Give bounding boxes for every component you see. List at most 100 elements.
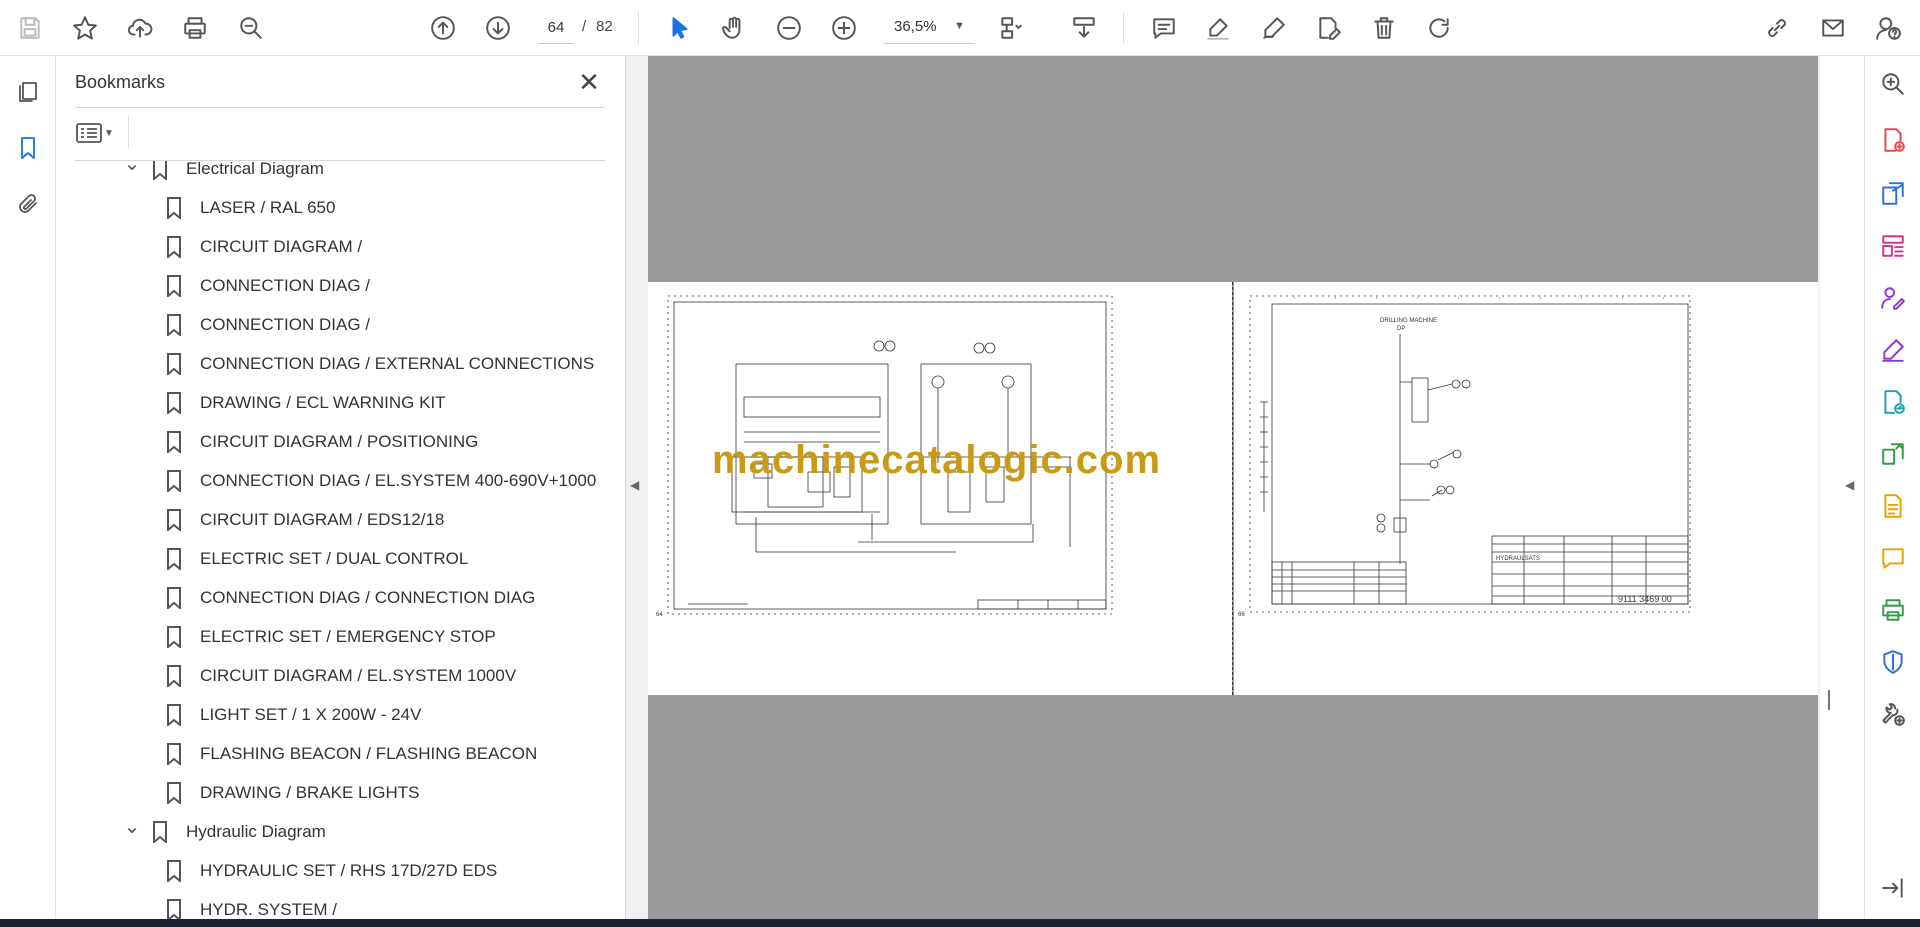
document-viewport[interactable]: 64 DRILLING MACHINE DP HYDRAULSATS 9111 … xyxy=(648,56,1818,919)
bookmark-label: HYDRAULIC SET / RHS 17D/27D EDS xyxy=(200,860,498,880)
bookmark-label: CONNECTION DIAG / xyxy=(200,275,371,295)
bookmark-icon xyxy=(166,703,186,727)
save-icon[interactable] xyxy=(12,10,48,46)
scan-ocr-icon[interactable] xyxy=(1875,488,1911,524)
bookmark-label: LASER / RAL 650 xyxy=(200,197,336,217)
bookmark-label: ELECTRIC SET / DUAL CONTROL xyxy=(200,548,469,568)
mail-icon[interactable] xyxy=(1815,10,1851,46)
document-page-right: DRILLING MACHINE DP HYDRAULSATS 9111 346… xyxy=(1234,282,1818,695)
bookmark-group[interactable]: ⌄ Hydraulic Diagram xyxy=(120,812,326,851)
highlight-icon[interactable] xyxy=(1200,10,1236,46)
chevron-down-icon[interactable]: ⌄ xyxy=(120,814,144,839)
bookmark-icon xyxy=(166,313,186,337)
page-down-icon[interactable] xyxy=(480,10,516,46)
fill-sign-icon[interactable] xyxy=(1875,332,1911,368)
bookmark-item[interactable]: LASER / RAL 650 xyxy=(166,188,335,227)
bookmark-icon xyxy=(166,547,186,571)
bookmark-item[interactable]: CIRCUIT DIAGRAM / xyxy=(166,227,362,266)
right-page-number: 66 xyxy=(1238,612,1245,618)
panel-title: Bookmarks xyxy=(75,72,166,92)
bookmark-item[interactable]: ELECTRIC SET / DUAL CONTROL xyxy=(166,539,468,578)
bookmark-label: FLASHING BEACON / FLASHING BEACON xyxy=(200,743,538,763)
bookmark-list: ⌄ Electrical Diagram LASER / RAL 650 CIRCUI… xyxy=(56,161,596,919)
draw-icon[interactable] xyxy=(1256,10,1292,46)
compare-files-icon[interactable] xyxy=(1875,436,1911,472)
chevron-down-icon[interactable]: ▼ xyxy=(954,20,965,32)
bookmark-item[interactable]: CIRCUIT DIAGRAM / EL.SYSTEM 1000V xyxy=(166,656,516,695)
expand-panel-icon[interactable] xyxy=(1875,870,1911,906)
zoom-search-icon[interactable] xyxy=(233,10,269,46)
watermark: machinecatalogic.com xyxy=(712,438,1162,482)
bookmark-item[interactable]: DRAWING / ECL WARNING KIT xyxy=(166,383,446,422)
bookmark-item[interactable]: LIGHT SET / 1 X 200W - 24V xyxy=(166,695,421,734)
comment-icon[interactable] xyxy=(1146,10,1182,46)
export-pdf-icon[interactable] xyxy=(1875,176,1911,212)
bookmark-group[interactable]: ⌄ Electrical Diagram xyxy=(120,161,324,188)
page-up-icon[interactable] xyxy=(425,10,461,46)
scroll-mode-icon[interactable] xyxy=(1066,10,1102,46)
bookmark-item[interactable]: CIRCUIT DIAGRAM / POSITIONING xyxy=(166,422,478,461)
bookmark-item[interactable]: FLASHING BEACON / FLASHING BEACON xyxy=(166,734,537,773)
document-scrollbar-thumb[interactable] xyxy=(1828,690,1830,710)
send-file-icon[interactable] xyxy=(1875,384,1911,420)
delete-icon[interactable] xyxy=(1366,10,1402,46)
bookmark-item[interactable]: CONNECTION DIAG / CONNECTION DIAG xyxy=(166,578,535,617)
current-page-input[interactable]: 64 xyxy=(538,12,574,44)
bookmark-item[interactable]: HYDRAULIC SET / RHS 17D/27D EDS xyxy=(166,851,497,890)
bookmark-icon xyxy=(166,625,186,649)
user-help-icon[interactable] xyxy=(1870,10,1906,46)
print-icon[interactable] xyxy=(177,10,213,46)
bookmark-options-button[interactable]: ▼ xyxy=(76,118,120,148)
page-thumbnails-icon[interactable] xyxy=(10,74,46,110)
zoom-out-icon[interactable] xyxy=(771,10,807,46)
bookmark-panel-icon[interactable] xyxy=(10,130,46,166)
bookmark-icon xyxy=(166,664,186,688)
zoom-in-icon[interactable] xyxy=(826,10,862,46)
bookmark-item[interactable]: CIRCUIT DIAGRAM / EDS12/18 xyxy=(166,500,444,539)
right-tool-rail xyxy=(1864,56,1920,919)
main-toolbar: 64 / 82 36,5% ▼ xyxy=(0,0,1920,56)
drawing-number: 9111 3469 00 xyxy=(1618,594,1672,604)
upload-icon[interactable] xyxy=(122,10,158,46)
bookmark-label: CIRCUIT DIAGRAM / xyxy=(200,236,363,256)
organize-pages-icon[interactable] xyxy=(1875,228,1911,264)
attachment-icon[interactable] xyxy=(10,186,46,222)
electrical-schematic: 64 xyxy=(656,295,1113,618)
page-fit-icon[interactable] xyxy=(993,10,1029,46)
more-tools-icon[interactable] xyxy=(1875,696,1911,732)
bookmark-item[interactable]: ELECTRIC SET / EMERGENCY STOP xyxy=(166,617,496,656)
edit-text-icon[interactable] xyxy=(1311,10,1347,46)
left-page-number: 64 xyxy=(656,612,663,618)
bookmark-icon xyxy=(166,274,186,298)
bookmark-item[interactable]: HYDR. SYSTEM / xyxy=(166,890,337,919)
comment-tool-icon[interactable] xyxy=(1875,540,1911,576)
bookmark-icon xyxy=(152,820,172,844)
protect-icon[interactable] xyxy=(1875,644,1911,680)
collapse-left-panel-icon[interactable]: ◀ xyxy=(630,478,639,492)
bookmark-item[interactable]: DRAWING / BRAKE LIGHTS xyxy=(166,773,419,812)
bookmark-item[interactable]: CONNECTION DIAG / xyxy=(166,305,370,344)
bookmark-item[interactable]: CONNECTION DIAG / xyxy=(166,266,370,305)
request-signature-icon[interactable] xyxy=(1875,280,1911,316)
chevron-down-icon[interactable]: ⌄ xyxy=(120,161,144,176)
bookmark-label: CONNECTION DIAG / EXTERNAL CONNECTIONS xyxy=(200,353,595,373)
bookmark-icon xyxy=(166,235,186,259)
bookmarks-panel: Bookmarks ✕ ▼ ⌄ Electrical Diagram LASER /… xyxy=(56,56,665,919)
link-icon[interactable] xyxy=(1759,10,1795,46)
bookmark-icon xyxy=(152,161,172,181)
document-page-left: 64 xyxy=(648,282,1232,695)
rotate-icon[interactable] xyxy=(1421,10,1457,46)
create-pdf-icon[interactable] xyxy=(1875,122,1911,158)
bookmark-label: CONNECTION DIAG / EL.SYSTEM 400-690V+100… xyxy=(200,470,596,490)
hand-icon[interactable] xyxy=(716,10,752,46)
bookmark-label: ELECTRIC SET / EMERGENCY STOP xyxy=(200,626,496,646)
close-icon[interactable]: ✕ xyxy=(574,68,604,98)
bookmark-item[interactable]: CONNECTION DIAG / EXTERNAL CONNECTIONS xyxy=(166,344,594,383)
collapse-right-panel-icon[interactable]: ◀ xyxy=(1845,478,1854,492)
select-arrow-icon[interactable] xyxy=(662,10,698,46)
bookmark-item[interactable]: CONNECTION DIAG / EL.SYSTEM 400-690V+100… xyxy=(166,461,596,500)
star-icon[interactable] xyxy=(67,10,103,46)
zoom-icon[interactable] xyxy=(1875,66,1911,102)
print-production-icon[interactable] xyxy=(1875,592,1911,628)
bookmark-label: Electrical Diagram xyxy=(186,161,324,178)
